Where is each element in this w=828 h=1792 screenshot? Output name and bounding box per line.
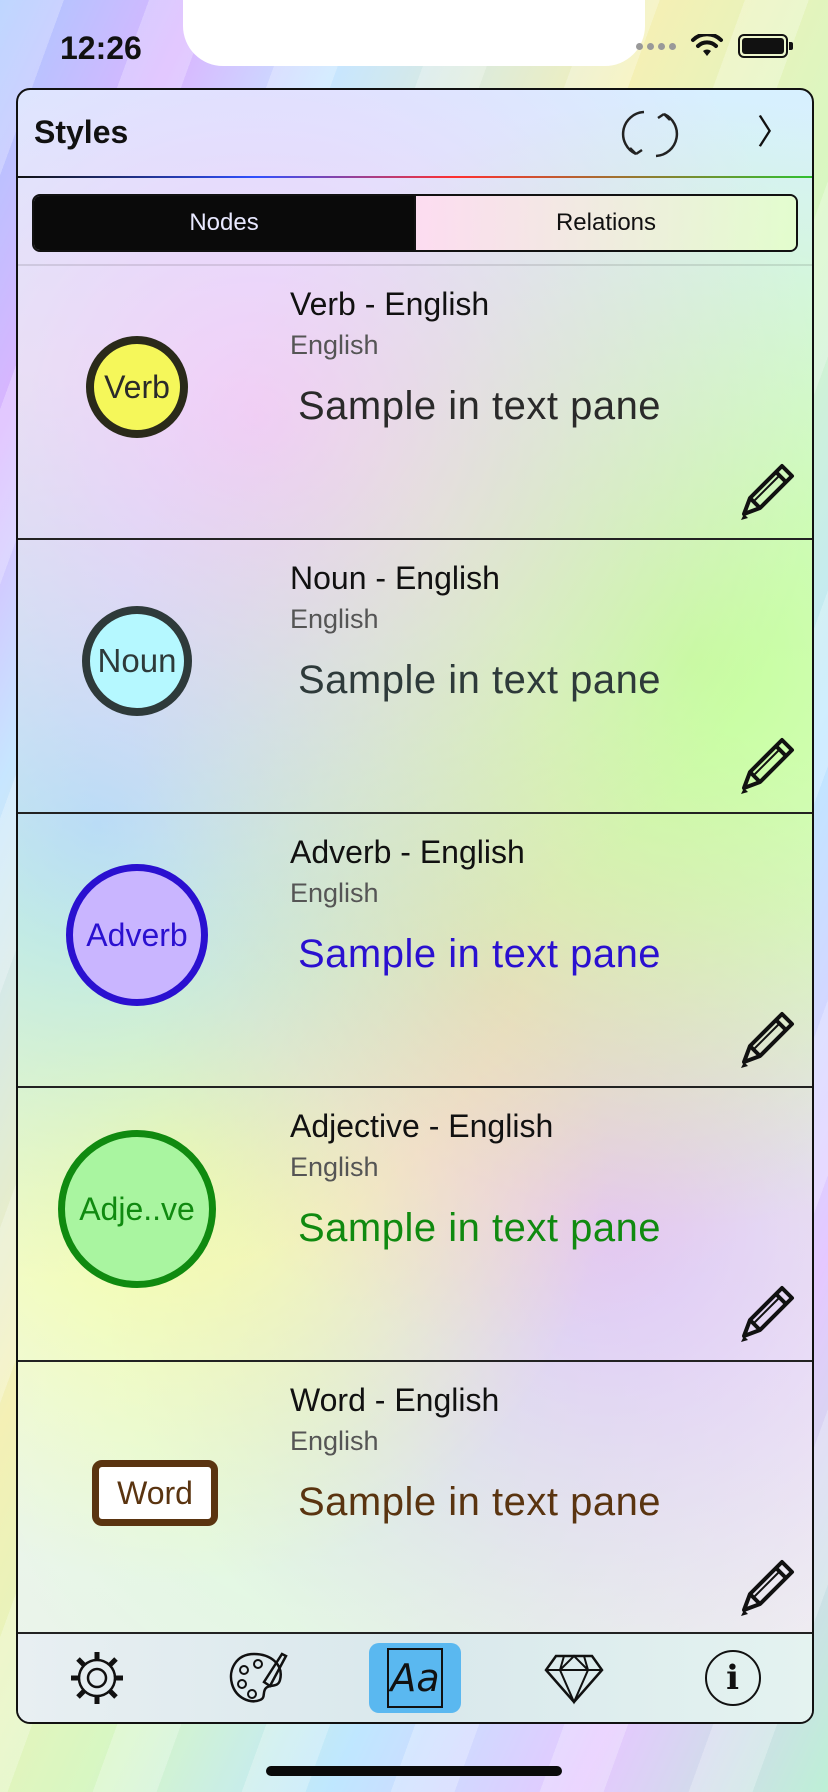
style-sample: Sample in text pane	[298, 658, 662, 702]
style-row-verb[interactable]: Verb Verb - English English Sample in te…	[18, 264, 812, 540]
diamond-icon	[544, 1654, 604, 1705]
tab-styles[interactable]: Aa	[368, 1643, 461, 1713]
tab-palette[interactable]	[210, 1643, 302, 1713]
pencil-icon[interactable]	[730, 1280, 800, 1350]
segment-nodes[interactable]: Nodes	[34, 196, 414, 250]
style-language: English	[290, 604, 379, 634]
node-preview-adjective: Adje..ve	[58, 1130, 216, 1288]
style-name: Verb - English	[290, 286, 490, 322]
info-icon: i	[704, 1650, 761, 1706]
style-language: English	[290, 878, 379, 908]
style-language: English	[290, 330, 379, 360]
node-label: Adverb	[86, 916, 188, 953]
pencil-icon[interactable]	[730, 1006, 800, 1076]
styles-list: Verb Verb - English English Sample in te…	[18, 264, 812, 1636]
style-row-adverb[interactable]: Adverb Adverb - English English Sample i…	[18, 814, 812, 1088]
tab-premium[interactable]	[528, 1643, 620, 1713]
wifi-icon	[691, 34, 723, 56]
style-name: Adverb - English	[290, 834, 525, 870]
next-chevron-icon[interactable]: 〉	[756, 108, 792, 158]
style-sample: Sample in text pane	[298, 1480, 662, 1524]
home-indicator	[266, 1766, 562, 1776]
node-preview-word: Word	[92, 1460, 218, 1526]
notch	[183, 0, 645, 66]
style-row-noun[interactable]: Noun Noun - English English Sample in te…	[18, 540, 812, 814]
style-language: English	[290, 1426, 379, 1456]
pencil-icon[interactable]	[730, 1554, 800, 1624]
style-name: Noun - English	[290, 560, 500, 596]
node-label: Word	[117, 1474, 193, 1511]
status-time: 12:26	[60, 30, 142, 66]
node-label: Noun	[97, 642, 177, 679]
segment-relations[interactable]: Relations	[416, 196, 796, 250]
tab-info[interactable]: i	[687, 1643, 779, 1713]
tab-bar: Aa i	[18, 1632, 812, 1722]
node-preview-verb: Verb	[86, 336, 188, 438]
styles-panel: Styles 〉 Nodes Relations Verb Verb - Eng…	[16, 88, 814, 1724]
refresh-icon[interactable]	[618, 102, 682, 166]
style-sample: Sample in text pane	[298, 932, 662, 976]
node-preview-adverb: Adverb	[66, 864, 208, 1006]
segmented-control: Nodes Relations	[32, 194, 798, 252]
style-name: Word - English	[290, 1382, 500, 1418]
status-icons	[636, 34, 793, 58]
page-title: Styles	[34, 114, 129, 150]
style-row-word[interactable]: Word Word - English English Sample in te…	[18, 1362, 812, 1636]
style-row-adjective[interactable]: Adje..ve Adjective - English English Sam…	[18, 1088, 812, 1362]
tab-settings[interactable]	[51, 1643, 143, 1713]
pencil-icon[interactable]	[730, 458, 800, 528]
style-name: Adjective - English	[290, 1108, 554, 1144]
node-preview-noun: Noun	[82, 606, 192, 716]
style-language: English	[290, 1152, 379, 1182]
palette-icon	[229, 1652, 288, 1703]
node-label: Verb	[104, 368, 170, 405]
style-sample: Sample in text pane	[298, 1206, 662, 1250]
font-aa-icon: Aa	[386, 1648, 443, 1708]
gear-icon	[71, 1652, 124, 1704]
style-sample: Sample in text pane	[298, 384, 662, 428]
header: Styles 〉	[18, 90, 812, 178]
signal-icon	[636, 42, 676, 50]
node-label: Adje..ve	[79, 1190, 195, 1227]
battery-icon	[738, 34, 793, 58]
pencil-icon[interactable]	[730, 732, 800, 802]
